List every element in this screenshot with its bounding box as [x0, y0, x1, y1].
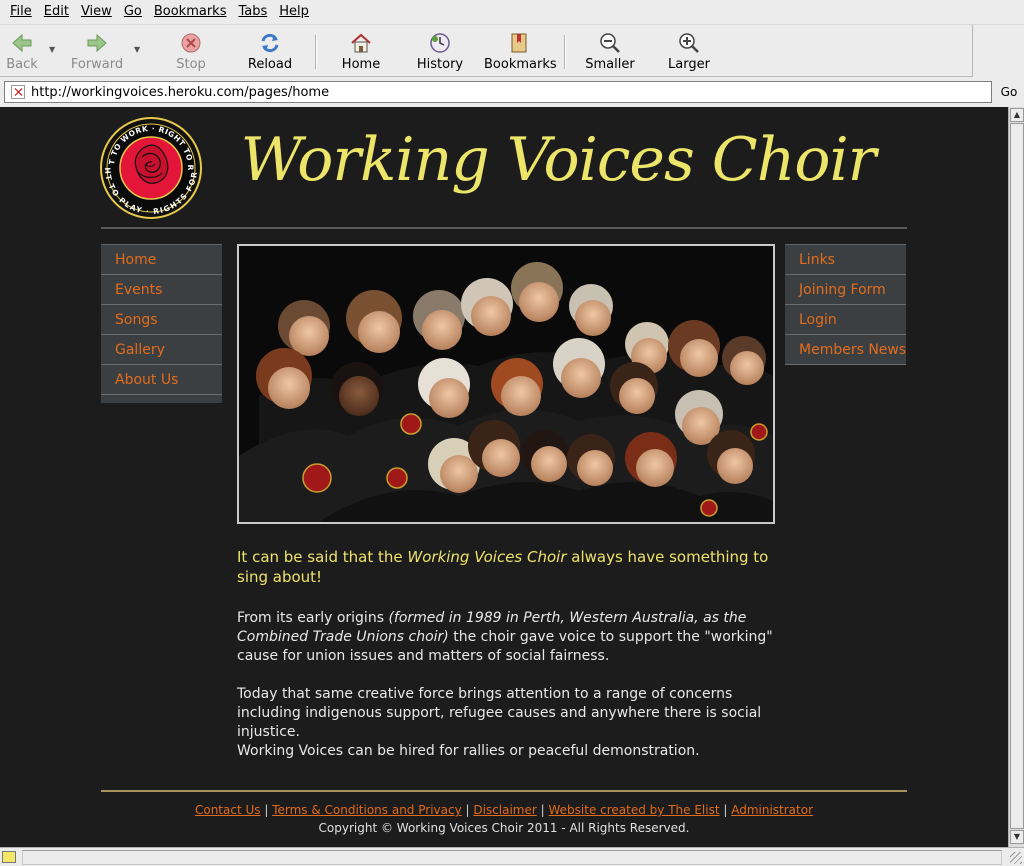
vertical-scrollbar[interactable]: ▲ ▼ [1008, 107, 1024, 847]
larger-text-button[interactable]: Larger [654, 29, 724, 75]
reload-button[interactable]: Reload [235, 29, 305, 75]
footer-separator: | [260, 803, 273, 817]
nav-joining-form[interactable]: Joining Form [785, 275, 906, 305]
zoom-out-icon [600, 33, 620, 53]
scroll-down-arrow-icon[interactable]: ▼ [1010, 830, 1024, 844]
scrollbar-thumb[interactable] [1010, 123, 1024, 829]
footer-website-credit-link[interactable]: Website created by The Elist [548, 803, 719, 817]
choir-singers-image [239, 246, 773, 522]
nav-login[interactable]: Login [785, 305, 906, 335]
scroll-up-arrow-icon[interactable]: ▲ [1010, 108, 1024, 122]
left-nav: Home Events Songs Gallery About Us [101, 244, 222, 403]
intro-before: It can be said that the [237, 548, 408, 566]
toolbar-separator [315, 35, 317, 69]
broken-page-icon [11, 85, 25, 99]
menu-bar: File Edit View Go Bookmarks Tabs Help [0, 0, 1024, 24]
home-label: Home [341, 57, 381, 72]
nav-links[interactable]: Links [785, 245, 906, 275]
history-label: History [416, 57, 464, 72]
forward-history-dropdown[interactable]: ▼ [134, 45, 144, 55]
choir-logo[interactable]: RIGHT TO WORK · RIGHT TO REST RIGHT TO P… [97, 110, 202, 219]
status-lock-icon [2, 851, 16, 863]
url-input[interactable]: http://workingvoices.heroku.com/pages/ho… [4, 81, 992, 103]
footer-administrator-link[interactable]: Administrator [731, 803, 813, 817]
footer-separator: | [719, 803, 732, 817]
resize-grip-icon[interactable] [1010, 852, 1022, 864]
forward-label: Forward [70, 57, 124, 72]
history-button[interactable]: History [405, 29, 475, 75]
menu-go[interactable]: Go [118, 0, 148, 24]
footer-separator: | [461, 803, 474, 817]
menu-tabs[interactable]: Tabs [232, 0, 273, 24]
nav-gallery[interactable]: Gallery [101, 335, 222, 365]
go-button[interactable]: Go [996, 81, 1022, 103]
home-button[interactable]: Home [326, 29, 396, 75]
menu-bookmarks[interactable]: Bookmarks [148, 0, 233, 24]
footer-disclaimer-link[interactable]: Disclaimer [473, 803, 536, 817]
status-bar [0, 847, 1024, 866]
bookmarks-book-icon [511, 33, 527, 53]
stop-label: Stop [176, 57, 206, 72]
reload-label: Reload [247, 57, 293, 72]
url-text: http://workingvoices.heroku.com/pages/ho… [31, 84, 330, 100]
status-text-field [22, 850, 1002, 865]
back-history-dropdown[interactable]: ▼ [49, 45, 59, 55]
menu-edit-label: Edit [43, 4, 69, 19]
footer-divider [101, 790, 907, 792]
stop-button[interactable]: Stop [156, 29, 226, 75]
causes-paragraph: Today that same creative force brings at… [237, 686, 762, 740]
back-label: Back [6, 57, 38, 72]
footer-terms-link[interactable]: Terms & Conditions and Privacy [272, 803, 462, 817]
larger-label: Larger [668, 57, 710, 72]
menu-tabs-label: Tabs [238, 4, 268, 19]
menu-file-label: File [10, 4, 32, 19]
rose-emblem-icon: RIGHT TO WORK · RIGHT TO REST RIGHT TO P… [97, 110, 202, 219]
footer-contact-us-link[interactable]: Contact Us [195, 803, 261, 817]
nav-home[interactable]: Home [101, 245, 222, 275]
menu-edit[interactable]: Edit [38, 0, 75, 24]
stop-icon [181, 33, 201, 53]
nav-events[interactable]: Events [101, 275, 222, 305]
nav-songs[interactable]: Songs [101, 305, 222, 335]
navigation-toolbar: Back ▼ Forward ▼ Stop Reload Home Histor… [0, 24, 1024, 77]
menu-view[interactable]: View [75, 0, 118, 24]
nav-members-news[interactable]: Members News [785, 335, 906, 365]
origins-before: From its early origins [237, 610, 389, 626]
header-divider [101, 227, 907, 229]
nav-about-us[interactable]: About Us [101, 365, 222, 395]
menu-go-label: Go [123, 4, 142, 19]
right-nav: Links Joining Form Login Members News [785, 244, 906, 365]
intro-text: It can be said that the Working Voices C… [237, 547, 777, 587]
hire-paragraph: Working Voices can be hired for rallies … [237, 743, 700, 759]
forward-arrow-icon [87, 33, 107, 53]
menu-view-label: View [80, 4, 112, 19]
location-bar: http://workingvoices.heroku.com/pages/ho… [0, 78, 1024, 106]
zoom-in-icon [679, 33, 699, 53]
smaller-label: Smaller [585, 57, 635, 72]
back-arrow-icon [12, 33, 32, 53]
site-title: Working Voices Choir [240, 125, 877, 195]
history-clock-icon [430, 33, 450, 53]
throbber [972, 25, 1024, 77]
menu-help[interactable]: Help [273, 0, 315, 24]
bookmarks-button[interactable]: Bookmarks [484, 29, 557, 75]
choir-photo [237, 244, 775, 524]
smaller-text-button[interactable]: Smaller [575, 29, 645, 75]
reload-icon [261, 33, 279, 53]
intro-choir-name: Working Voices Choir [407, 548, 567, 566]
menu-file[interactable]: File [4, 0, 38, 24]
home-icon [351, 33, 371, 53]
menu-bookmarks-label: Bookmarks [153, 4, 227, 19]
forward-button[interactable]: Forward [62, 29, 132, 75]
page-viewport: RIGHT TO WORK · RIGHT TO REST RIGHT TO P… [0, 107, 1008, 847]
footer-links: Contact Us | Terms & Conditions and Priv… [101, 803, 907, 817]
origins-paragraph: From its early origins (formed in 1989 i… [237, 609, 777, 666]
footer-separator: | [536, 803, 549, 817]
bookmarks-label: Bookmarks [484, 57, 557, 72]
menu-help-label: Help [279, 4, 309, 19]
copyright-text: Copyright © Working Voices Choir 2011 - … [318, 821, 690, 835]
toolbar-separator [564, 35, 566, 69]
